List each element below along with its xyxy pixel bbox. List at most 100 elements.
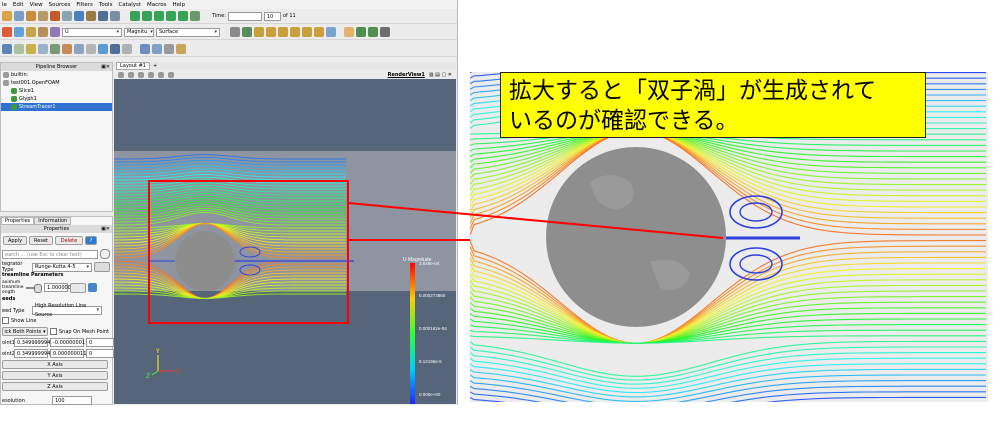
- snap-checkbox[interactable]: [50, 328, 57, 335]
- play-icon[interactable]: [154, 11, 164, 21]
- tab-layout-1[interactable]: Layout #1: [116, 62, 150, 70]
- open-icon[interactable]: [2, 11, 12, 21]
- reset-button[interactable]: Reset: [29, 236, 53, 245]
- view-tool-icon[interactable]: [158, 71, 164, 78]
- point1-x-input[interactable]: 0.349999994: [14, 338, 50, 347]
- point2-x-input[interactable]: 0.349999994: [14, 349, 50, 358]
- calculator-icon[interactable]: [2, 43, 12, 54]
- view-tool-icon[interactable]: [168, 71, 174, 78]
- view-split-icon[interactable]: ▥ ▤ ▢ ✕: [429, 72, 452, 78]
- warp-vector-icon[interactable]: [98, 43, 108, 54]
- time-field[interactable]: [227, 11, 262, 21]
- help-button[interactable]: ?: [85, 236, 97, 245]
- source-icon[interactable]: [3, 80, 9, 86]
- representation-select[interactable]: Surface ▾: [156, 27, 220, 37]
- source-icon[interactable]: [3, 72, 9, 78]
- help-icon[interactable]: [74, 11, 84, 21]
- add-layout-icon[interactable]: +: [153, 63, 157, 69]
- color-map-icon[interactable]: [2, 27, 12, 37]
- view-tool-icon[interactable]: [128, 71, 134, 78]
- eye-icon[interactable]: [11, 88, 17, 94]
- gear-icon[interactable]: [100, 249, 110, 259]
- spreadsheet-icon[interactable]: [152, 43, 162, 54]
- view-tool-icon[interactable]: [138, 71, 144, 78]
- slice-icon[interactable]: [38, 43, 48, 54]
- pipeline-item[interactable]: test001.OpenFOAM: [1, 79, 112, 87]
- point2-y-input[interactable]: 0.000000011: [50, 349, 86, 358]
- pick-points-button[interactable]: ick Both Points ▾: [2, 327, 48, 336]
- last-frame-icon[interactable]: [178, 11, 188, 21]
- pipeline-item[interactable]: StreamTracer1: [1, 103, 112, 111]
- next-frame-icon[interactable]: [166, 11, 176, 21]
- apply-button[interactable]: Apply: [3, 236, 27, 245]
- seed-type-select[interactable]: High Resolution Line Source ▾: [32, 303, 102, 318]
- panel-close-icon[interactable]: ▣✕: [101, 63, 110, 71]
- clip-icon[interactable]: [26, 43, 36, 54]
- rotate-90-icon[interactable]: [326, 27, 336, 37]
- view-tool-icon[interactable]: [118, 71, 124, 78]
- slider-handle[interactable]: [34, 283, 42, 293]
- reset-value-icon[interactable]: [88, 283, 97, 292]
- x-axis-button[interactable]: X Axis: [2, 360, 108, 369]
- group-datasets-icon[interactable]: [110, 43, 120, 54]
- menu-tools[interactable]: Tools: [99, 2, 113, 8]
- python-icon[interactable]: [164, 43, 174, 54]
- pipeline-item[interactable]: Slice1: [1, 87, 112, 95]
- save-icon[interactable]: [14, 11, 24, 21]
- loop-icon[interactable]: [190, 11, 200, 21]
- integrator-extra-icon[interactable]: [94, 262, 110, 272]
- menu-file[interactable]: le: [2, 2, 7, 8]
- panel-close-icon[interactable]: ▣✕: [101, 225, 110, 233]
- eye-icon[interactable]: [11, 104, 17, 110]
- y-axis-button[interactable]: Y Axis: [2, 371, 108, 380]
- menu-filters[interactable]: Filters: [76, 2, 93, 8]
- properties-search-input[interactable]: earch ... (use Esc to clear text): [2, 249, 98, 259]
- point1-y-input[interactable]: -0.00000001: [50, 338, 85, 347]
- eye-icon[interactable]: [11, 96, 17, 102]
- view-minus-z-icon[interactable]: [314, 27, 324, 37]
- find-data-icon[interactable]: [140, 43, 150, 54]
- pipeline-item[interactable]: Glyph1: [1, 95, 112, 103]
- render-view-label[interactable]: RenderView1: [388, 72, 425, 78]
- menu-catalyst[interactable]: Catalyst: [118, 2, 141, 8]
- macro-icon[interactable]: [176, 43, 186, 54]
- undo-icon[interactable]: [50, 11, 60, 21]
- zoom-to-data-icon[interactable]: [242, 27, 252, 37]
- menu-sources[interactable]: Sources: [49, 2, 71, 8]
- point1-z-input[interactable]: 0: [86, 338, 114, 347]
- first-frame-icon[interactable]: [130, 11, 140, 21]
- contour-icon[interactable]: [14, 43, 24, 54]
- camera-redo-icon[interactable]: [110, 11, 120, 21]
- view-plus-x-icon[interactable]: [254, 27, 264, 37]
- extract-subset-icon[interactable]: [62, 43, 72, 54]
- save-state-icon[interactable]: [26, 11, 36, 21]
- point2-z-input[interactable]: 0: [86, 349, 114, 358]
- scalar-bar-icon[interactable]: [14, 27, 24, 37]
- tab-properties[interactable]: Properties: [1, 217, 35, 225]
- stream-tracer-icon[interactable]: [86, 43, 96, 54]
- view-minus-x-icon[interactable]: [266, 27, 276, 37]
- menu-help[interactable]: Help: [173, 2, 186, 8]
- glyph-icon[interactable]: [74, 43, 84, 54]
- scale-icon[interactable]: [70, 282, 86, 293]
- resolution-input[interactable]: 100: [52, 396, 92, 405]
- select-points-icon[interactable]: [356, 27, 366, 37]
- view-minus-y-icon[interactable]: [290, 27, 300, 37]
- max-length-slider[interactable]: [26, 283, 42, 293]
- select-cells-icon[interactable]: [368, 27, 378, 37]
- component-select[interactable]: Magnitu ▾: [124, 27, 154, 37]
- rescale-custom-icon[interactable]: [38, 27, 48, 37]
- threshold-icon[interactable]: [50, 43, 60, 54]
- load-state-icon[interactable]: [38, 11, 48, 21]
- camera-undo-icon[interactable]: [98, 11, 108, 21]
- redo-icon[interactable]: [62, 11, 72, 21]
- rescale-icon[interactable]: [26, 27, 36, 37]
- reset-camera-icon[interactable]: [230, 27, 240, 37]
- pipeline-item[interactable]: builtin:: [1, 71, 112, 79]
- time-step-input[interactable]: 10: [263, 11, 281, 21]
- menu-macros[interactable]: Macros: [147, 2, 167, 8]
- rescale-visible-icon[interactable]: [50, 27, 60, 37]
- view-tool-icon[interactable]: [148, 71, 154, 78]
- show-line-checkbox[interactable]: [2, 317, 9, 324]
- integrator-select[interactable]: Runge-Kutta 4-5 ▾: [32, 262, 92, 272]
